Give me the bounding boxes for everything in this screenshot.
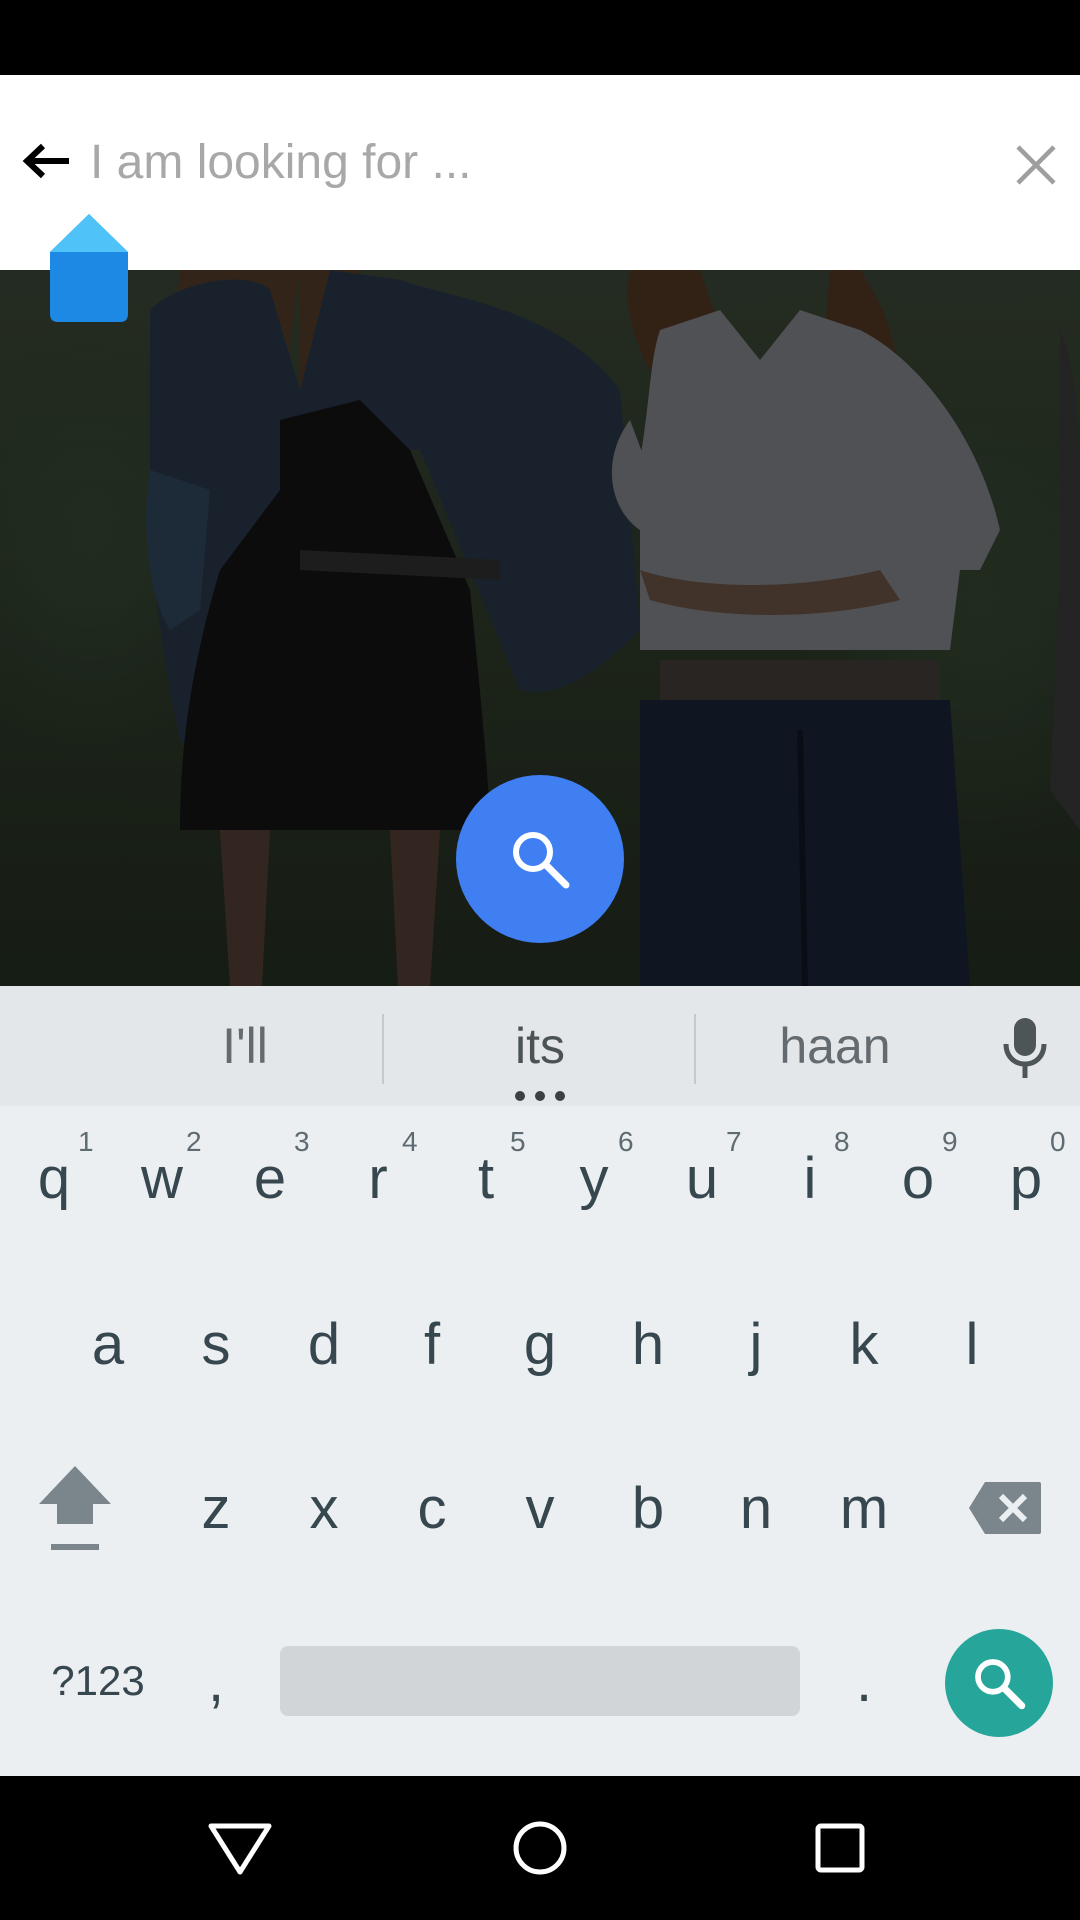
symbols-key[interactable]: ?123 bbox=[28, 1626, 168, 1736]
microphone-icon[interactable] bbox=[998, 1016, 1052, 1080]
backspace-key[interactable] bbox=[955, 1438, 1055, 1578]
nav-back-button[interactable] bbox=[198, 1806, 282, 1890]
key-j[interactable]: j bbox=[706, 1274, 806, 1414]
key-f[interactable]: f bbox=[382, 1274, 482, 1414]
comma-key[interactable]: , bbox=[166, 1611, 266, 1751]
arrow-left-icon bbox=[22, 143, 69, 179]
shift-key[interactable] bbox=[25, 1438, 125, 1578]
key-hint: 7 bbox=[726, 1126, 742, 1157]
key-m[interactable]: m bbox=[814, 1438, 914, 1578]
search-input[interactable] bbox=[90, 127, 970, 197]
key-x[interactable]: x bbox=[274, 1438, 374, 1578]
nav-home-button[interactable] bbox=[498, 1806, 582, 1890]
nav-recents-button[interactable] bbox=[798, 1806, 882, 1890]
status-bar bbox=[0, 0, 1080, 75]
key-hint: 8 bbox=[834, 1126, 850, 1157]
key-hint: 9 bbox=[942, 1126, 958, 1157]
nav-home-icon bbox=[513, 1821, 567, 1875]
key-hint: 4 bbox=[402, 1126, 418, 1157]
key-hint: 0 bbox=[1050, 1126, 1066, 1157]
key-s[interactable]: s bbox=[166, 1274, 266, 1414]
nav-recents-icon bbox=[815, 1823, 865, 1873]
key-hint: 6 bbox=[618, 1126, 634, 1157]
suggestion-right[interactable]: haan bbox=[740, 986, 930, 1106]
key-v[interactable]: v bbox=[490, 1438, 590, 1578]
suggestion-left[interactable]: I'll bbox=[150, 986, 340, 1106]
close-icon bbox=[1016, 145, 1056, 185]
key-b[interactable]: b bbox=[598, 1438, 698, 1578]
keyboard-search-button[interactable] bbox=[945, 1629, 1053, 1737]
key-n[interactable]: n bbox=[706, 1438, 806, 1578]
soft-keyboard: I'll its haan q w e r t y u i o p 1 2 3 … bbox=[0, 986, 1080, 1776]
back-button[interactable] bbox=[18, 133, 74, 189]
navigation-bar bbox=[0, 1776, 1080, 1920]
key-hint: 2 bbox=[186, 1126, 202, 1157]
shift-icon bbox=[39, 1466, 111, 1550]
search-icon bbox=[513, 832, 570, 889]
key-d[interactable]: d bbox=[274, 1274, 374, 1414]
text-cursor-handle[interactable] bbox=[50, 214, 128, 322]
key-z[interactable]: z bbox=[166, 1438, 266, 1578]
key-k[interactable]: k bbox=[814, 1274, 914, 1414]
more-suggestions-indicator bbox=[515, 1091, 565, 1103]
space-key[interactable] bbox=[280, 1646, 800, 1716]
key-hint: 1 bbox=[78, 1126, 94, 1157]
backspace-icon bbox=[969, 1482, 1041, 1534]
key-c[interactable]: c bbox=[382, 1438, 482, 1578]
key-hint: 3 bbox=[294, 1126, 310, 1157]
suggestion-center[interactable]: its bbox=[440, 986, 640, 1106]
nav-back-icon bbox=[208, 1823, 272, 1875]
key-g[interactable]: g bbox=[490, 1274, 590, 1414]
search-header bbox=[0, 75, 1080, 270]
key-h[interactable]: h bbox=[598, 1274, 698, 1414]
clear-button[interactable] bbox=[1006, 135, 1066, 195]
key-a[interactable]: a bbox=[58, 1274, 158, 1414]
search-button[interactable] bbox=[456, 775, 624, 943]
key-hint: 5 bbox=[510, 1126, 526, 1157]
search-icon bbox=[975, 1659, 1026, 1710]
key-l[interactable]: l bbox=[922, 1274, 1022, 1414]
period-key[interactable]: . bbox=[814, 1611, 914, 1751]
suggestion-strip: I'll its haan bbox=[0, 986, 1080, 1106]
